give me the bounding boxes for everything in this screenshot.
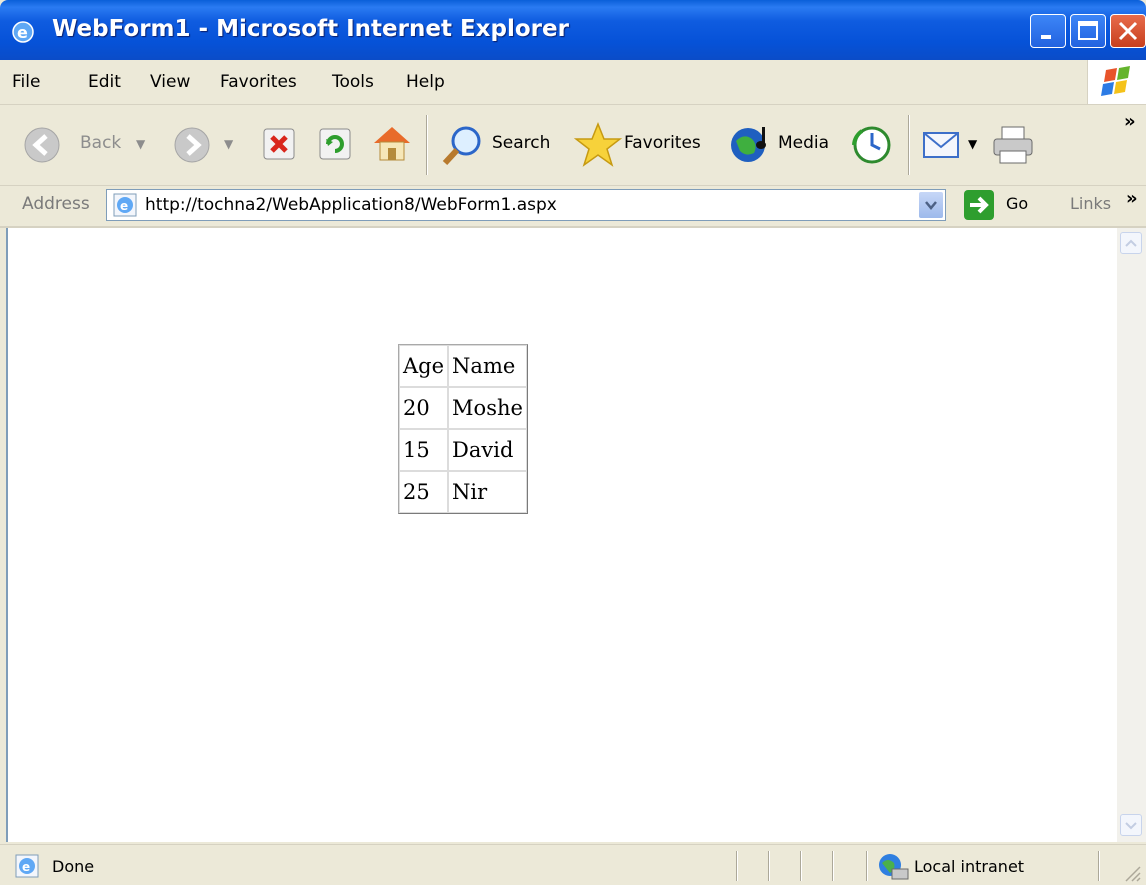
svg-text:e: e: [22, 860, 30, 874]
toolbar-separator: [426, 115, 428, 175]
mail-icon[interactable]: [920, 125, 964, 165]
cell-name: Nir: [448, 471, 527, 513]
maximize-icon: [1078, 21, 1098, 40]
links-chevron-icon[interactable]: »: [1126, 188, 1138, 209]
chevron-down-icon: [925, 201, 937, 210]
cell-name: Moshe: [448, 387, 527, 429]
status-text: Done: [52, 857, 95, 876]
menu-file[interactable]: File: [12, 72, 40, 92]
svg-text:e: e: [17, 23, 28, 42]
address-label: Address: [22, 194, 90, 214]
status-divider: [832, 851, 834, 881]
history-icon[interactable]: [850, 123, 894, 167]
browser-window: e WebForm1 - Microsoft Internet Explorer…: [0, 0, 1146, 885]
forward-dropdown-icon[interactable]: ▼: [224, 137, 233, 151]
menu-favorites[interactable]: Favorites: [220, 72, 297, 92]
links-label[interactable]: Links: [1070, 194, 1111, 213]
status-divider: [866, 851, 868, 881]
title-bar[interactable]: e WebForm1 - Microsoft Internet Explorer: [0, 0, 1146, 60]
address-dropdown-button[interactable]: [919, 192, 943, 218]
mail-dropdown-icon[interactable]: ▼: [968, 137, 977, 151]
status-bar: e Done Local intranet: [0, 844, 1146, 885]
window-title: WebForm1 - Microsoft Internet Explorer: [52, 16, 569, 42]
menu-edit[interactable]: Edit: [88, 72, 121, 92]
go-arrow-icon: [970, 196, 989, 214]
close-button[interactable]: [1110, 14, 1146, 48]
go-button[interactable]: [964, 190, 994, 220]
media-label[interactable]: Media: [778, 133, 829, 153]
page-ie-icon: e: [113, 193, 137, 217]
resize-grip-icon[interactable]: [1122, 863, 1142, 883]
favorites-label[interactable]: Favorites: [624, 133, 701, 153]
cell-age: 15: [399, 429, 449, 471]
scroll-down-icon: [1125, 822, 1137, 830]
cell-name: David: [448, 429, 527, 471]
go-label[interactable]: Go: [1006, 194, 1028, 213]
search-label[interactable]: Search: [492, 133, 550, 153]
page-content: [6, 228, 1119, 842]
favorites-star-icon[interactable]: [574, 121, 622, 167]
vertical-scrollbar[interactable]: [1117, 228, 1146, 842]
scroll-up-icon: [1125, 239, 1137, 247]
menu-tools[interactable]: Tools: [332, 72, 374, 92]
stop-icon[interactable]: [262, 127, 296, 161]
windows-flag-icon: [1101, 66, 1130, 96]
menu-view[interactable]: View: [150, 72, 190, 92]
back-dropdown-icon[interactable]: ▼: [136, 137, 145, 151]
header-name: Name: [448, 345, 527, 387]
refresh-icon[interactable]: [318, 127, 352, 161]
status-divider: [768, 851, 770, 881]
address-bar: Address e http://tochna2/WebApplication8…: [0, 186, 1146, 228]
maximize-button[interactable]: [1070, 14, 1106, 48]
header-age: Age: [399, 345, 449, 387]
ie-logo-icon: e: [12, 21, 34, 43]
close-icon: [1118, 21, 1138, 41]
toolbar: Back ▼ ▼ Search Favorites Media ▼ »: [0, 105, 1146, 186]
page-done-icon: e: [15, 854, 39, 878]
menu-bar: File Edit View Favorites Tools Help: [0, 60, 1146, 105]
status-divider: [736, 851, 738, 881]
table-row: 20 Moshe: [399, 387, 527, 429]
table-header-row: Age Name: [399, 345, 527, 387]
toolbar-chevron-icon[interactable]: »: [1124, 111, 1136, 132]
address-field[interactable]: e http://tochna2/WebApplication8/WebForm…: [106, 189, 946, 221]
cell-age: 25: [399, 471, 449, 513]
scroll-down-button[interactable]: [1120, 814, 1142, 836]
svg-text:e: e: [120, 199, 128, 213]
search-icon[interactable]: [440, 123, 484, 167]
status-divider: [1098, 851, 1100, 881]
forward-arrow-icon[interactable]: [172, 125, 212, 165]
intranet-zone-icon: [879, 854, 909, 880]
windows-logo: [1087, 60, 1146, 104]
back-label[interactable]: Back: [80, 133, 121, 153]
table-row: 15 David: [399, 429, 527, 471]
minimize-icon: [1041, 35, 1051, 39]
address-url[interactable]: http://tochna2/WebApplication8/WebForm1.…: [145, 195, 557, 215]
table-row: 25 Nir: [399, 471, 527, 513]
back-arrow-icon[interactable]: [22, 125, 62, 165]
cell-age: 20: [399, 387, 449, 429]
minimize-button[interactable]: [1030, 14, 1066, 48]
menu-help[interactable]: Help: [406, 72, 445, 92]
home-icon[interactable]: [370, 123, 414, 163]
media-icon[interactable]: [728, 123, 772, 165]
data-table: Age Name 20 Moshe 15 David 25 Nir: [398, 344, 528, 514]
print-icon[interactable]: [990, 123, 1038, 167]
status-divider: [800, 851, 802, 881]
toolbar-separator-2: [908, 115, 910, 175]
scroll-up-button[interactable]: [1120, 232, 1142, 254]
zone-label: Local intranet: [914, 857, 1025, 876]
